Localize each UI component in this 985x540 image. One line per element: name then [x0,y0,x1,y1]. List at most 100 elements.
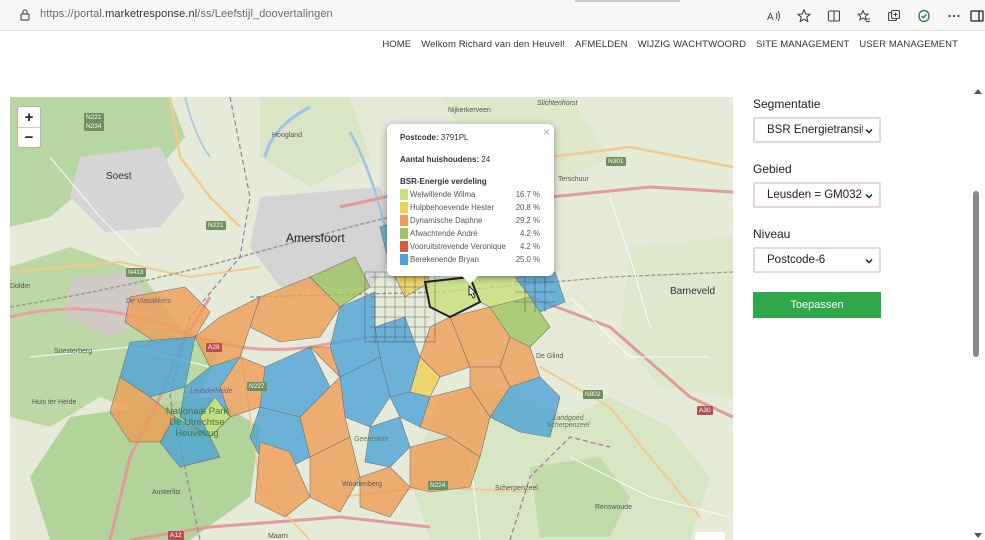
filter-panel: Segmentatie BSR Energietransitie Gebied … [753,97,883,318]
distribution-table: Welwillende Wilma 16.7 % Hulpbehoevende H… [400,188,540,266]
nav-user-management[interactable]: USER MANAGEMENT [859,39,958,50]
browser-essentials-icon[interactable] [909,0,939,31]
map-label-barneveld: Barneveld [670,286,716,297]
nav-welcome-user[interactable]: Welkom Richard van den Heuvel! [421,39,565,50]
niveau-select[interactable]: Postcode-6 [753,247,881,273]
map-label-landgoed: Landgoed Scherpenzeel [546,415,590,429]
road-label-n221-b: N221 [206,221,226,230]
gebied-select[interactable]: Leusden = GM0327 [753,182,881,208]
address-url[interactable]: https://portal.marketresponse.nl/ss/Leef… [40,8,333,20]
popup-households-label: Aantal huishoudens: [400,155,480,164]
map-label-maarn: Maarn [268,533,288,540]
more-icon[interactable] [939,0,969,31]
road-label-n413: N413 [126,268,146,277]
segment-percentage: 16.7 % [515,190,540,199]
postcode-popup: × Postcode: 3791PL Aantal huishoudens: 2… [387,124,554,284]
nav-logout[interactable]: AFMELDEN [575,39,628,50]
map-label-geerestein: Geerestein [354,436,389,443]
url-domain: marketresponse.nl [105,8,198,20]
road-label-n301: N301 [606,157,626,166]
map-label-de-glind: De Glind [536,353,564,360]
legend-swatch [400,202,408,213]
segment-percentage: 20.8 % [515,203,540,212]
segment-name: Dynamische Daphne [410,216,483,225]
gebied-label: Gebied [753,162,792,176]
segment-name: Berekenende Bryan [410,255,479,264]
map-label-leusderheide: Leusderheide [190,388,233,395]
favorite-star-icon[interactable] [789,0,819,31]
road-label-a12: A12 [168,531,184,540]
niveau-selected-value: Postcode-6 [767,254,826,266]
scrollbar-thumb[interactable] [973,191,979,357]
table-row: Welwillende Wilma 16.7 % [400,188,540,201]
table-row: Dynamische Daphne 29.2 % [400,214,540,227]
nav-change-password[interactable]: WIJZIG WACHTWOORD [638,39,746,50]
gebied-selected-value: Leusden = GM0327 [767,189,869,201]
chevron-down-icon [863,124,875,136]
nav-site-management[interactable]: SITE MANAGEMENT [756,39,849,50]
segment-percentage: 4.2 % [520,242,540,251]
url-base: https://portal. [40,8,106,20]
choropleth-map[interactable]: + − Soest Amersfoort Hoogland Nijkerkerv… [10,97,733,540]
popup-distribution-title: BSR-Energie verdeling [400,177,487,186]
map-label-nijkerkerveen: Nijkerkerveen [448,107,491,114]
segment-percentage: 29.2 % [515,216,540,225]
map-label-terschuur: Terschuur [558,176,589,183]
zoom-control: + − [17,106,41,148]
table-row: Vooruitstrevende Veronique 4.2 % [400,240,540,253]
page-scrollbar[interactable] [971,31,985,540]
table-row: Berekenende Bryan 25.0 % [400,253,540,266]
split-screen-icon[interactable] [819,0,849,31]
map-attribution-control[interactable] [695,532,725,540]
map-label-soesterberg: Soesterberg [54,348,93,355]
map-label-dolder: Dolder [10,283,31,290]
road-label-a28: A28 [206,343,222,352]
segment-name: Hulpbehoevende Hester [410,203,495,212]
segment-percentage: 4.2 % [520,229,540,238]
segment-name: Welwillende Wilma [410,190,476,199]
legend-swatch [400,189,408,200]
segmentatie-label: Segmentatie [753,97,821,111]
map-label-vlasakkers: De Vlasakkers [126,298,172,305]
loading-indicator [575,0,680,2]
map-label-amersfoort: Amersfoort [286,231,345,245]
browser-address-bar: https://portal.marketresponse.nl/ss/Leef… [0,0,985,31]
table-row: Hulpbehoevende Hester 20.8 % [400,201,540,214]
map-label-hoogland: Hoogland [272,132,302,139]
scroll-down-arrow-icon[interactable] [974,533,982,538]
road-label-a30: A30 [697,406,713,415]
map-label-renswoude: Renswoude [595,504,632,511]
chevron-down-icon [863,189,875,201]
chevron-down-icon [863,254,875,266]
scroll-up-arrow-icon[interactable] [974,89,982,94]
segmentatie-selected-value: BSR Energietransitie [767,124,874,136]
legend-swatch [400,215,408,226]
map-label-austerlitz: Austerlitz [152,489,181,496]
segment-name: Vooruitstrevende Veronique [410,242,506,251]
segment-percentage: 25.0 % [515,255,540,264]
zoom-out-button[interactable]: − [18,127,40,147]
apply-button[interactable]: Toepassen [753,292,881,318]
nav-home[interactable]: HOME [382,39,411,50]
road-label-n224: N224 [428,481,448,490]
map-label-scherpenzeel: Scherpenzeel [495,485,538,492]
map-label-national-park: Nationaal Park De Utrechtse Heuvelrug [165,406,229,439]
sidebar-icon[interactable] [969,0,985,31]
read-aloud-icon[interactable]: A [759,0,789,31]
popup-postcode-label: Postcode: [400,133,439,142]
zoom-in-button[interactable]: + [18,107,40,127]
road-label-n227: N227 [247,382,267,391]
svg-text:A: A [767,12,774,23]
lock-icon[interactable] [18,8,32,22]
favorites-icon[interactable] [849,0,879,31]
popup-households-value: 24 [481,155,491,164]
popup-postcode: Postcode: 3791PL [400,133,541,142]
table-row: Afwachtende André 4.2 % [400,227,540,240]
segmentatie-select[interactable]: BSR Energietransitie [753,117,881,143]
popup-close-icon[interactable]: × [543,125,550,139]
road-label-n221: N221 [84,113,104,122]
popup-households: Aantal huishoudens: 24 [400,155,541,164]
site-navigation: HOME Welkom Richard van den Heuvel! AFME… [0,31,972,51]
collections-icon[interactable] [879,0,909,31]
legend-swatch [400,241,408,252]
